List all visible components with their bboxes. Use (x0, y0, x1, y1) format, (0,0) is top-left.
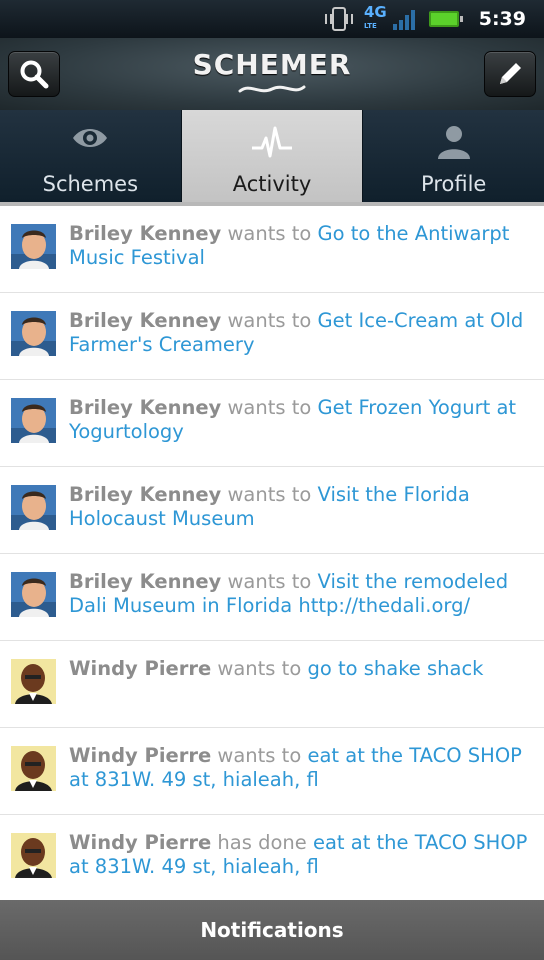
activity-verb: wants to (227, 396, 312, 419)
activity-item[interactable]: Briley Kenney wants to Visit the remodel… (0, 554, 544, 641)
activity-text: Windy Pierre wants to go to shake shack (69, 657, 530, 681)
tab-bar: Schemes Activity Profile (0, 110, 544, 202)
activity-verb: wants to (217, 657, 302, 680)
user-name[interactable]: Briley Kenney (69, 222, 221, 245)
avatar[interactable] (11, 224, 56, 269)
activity-text: Briley Kenney wants to Go to the Antiwar… (69, 222, 530, 270)
compose-button[interactable] (484, 51, 536, 97)
avatar[interactable] (11, 659, 56, 704)
vibrate-icon (324, 7, 353, 31)
network-4g-lte-icon: 4G LTE (364, 5, 387, 33)
avatar[interactable] (11, 746, 56, 791)
activity-verb: wants to (227, 309, 312, 332)
activity-list: Briley Kenney wants to Go to the Antiwar… (0, 206, 544, 900)
user-name[interactable]: Briley Kenney (69, 570, 221, 593)
activity-text: Briley Kenney wants to Visit the Florida… (69, 483, 530, 531)
pulse-icon (252, 126, 292, 158)
avatar[interactable] (11, 485, 56, 530)
pencil-icon (500, 63, 521, 84)
activity-verb: wants to (217, 744, 302, 767)
avatar[interactable] (11, 311, 56, 356)
app-header: SCHEMER (0, 38, 544, 110)
activity-text: Windy Pierre has done eat at the TACO SH… (69, 831, 530, 879)
activity-text: Windy Pierre wants to eat at the TACO SH… (69, 744, 530, 792)
activity-text: Briley Kenney wants to Get Ice-Cream at … (69, 309, 530, 357)
tab-activity[interactable]: Activity (181, 110, 364, 202)
app-title: SCHEMER (192, 48, 352, 81)
activity-verb: has done (217, 831, 307, 854)
tab-profile[interactable]: Profile (363, 110, 544, 202)
activity-text: Briley Kenney wants to Get Frozen Yogurt… (69, 396, 530, 444)
user-name[interactable]: Briley Kenney (69, 483, 221, 506)
notifications-label: Notifications (200, 918, 344, 942)
activity-item[interactable]: Windy Pierre wants to eat at the TACO SH… (0, 728, 544, 815)
activity-item[interactable]: Briley Kenney wants to Get Frozen Yogurt… (0, 380, 544, 467)
user-name[interactable]: Briley Kenney (69, 309, 221, 332)
network-sub-label: LTE (363, 22, 377, 30)
logo-swirl-icon (238, 85, 306, 93)
activity-item[interactable]: Windy Pierre has done eat at the TACO SH… (0, 815, 544, 900)
status-time: 5:39 (478, 8, 526, 30)
user-name[interactable]: Windy Pierre (69, 744, 211, 767)
signal-icon (392, 8, 417, 30)
activity-item[interactable]: Windy Pierre wants to go to shake shack (0, 641, 544, 728)
activity-verb: wants to (227, 570, 312, 593)
activity-verb: wants to (227, 483, 312, 506)
activity-item[interactable]: Briley Kenney wants to Get Ice-Cream at … (0, 293, 544, 380)
activity-text: Briley Kenney wants to Visit the remodel… (69, 570, 530, 618)
user-name[interactable]: Windy Pierre (69, 657, 211, 680)
app-logo: SCHEMER (0, 48, 544, 100)
status-bar: 4G LTE 5:39 (0, 0, 544, 38)
activity-item[interactable]: Briley Kenney wants to Visit the Florida… (0, 467, 544, 554)
activity-verb: wants to (227, 222, 312, 245)
avatar[interactable] (11, 398, 56, 443)
user-name[interactable]: Briley Kenney (69, 396, 221, 419)
avatar[interactable] (11, 833, 56, 878)
battery-icon (428, 11, 463, 27)
tab-activity-label: Activity (232, 172, 312, 196)
notifications-bar[interactable]: Notifications (0, 900, 544, 960)
tab-schemes-label: Schemes (42, 172, 139, 196)
person-icon (437, 126, 470, 159)
activity-item[interactable]: Briley Kenney wants to Go to the Antiwar… (0, 206, 544, 293)
scheme-link[interactable]: go to shake shack (307, 657, 483, 680)
eye-icon (73, 129, 108, 147)
user-name[interactable]: Windy Pierre (69, 831, 211, 854)
avatar[interactable] (11, 572, 56, 617)
tab-schemes[interactable]: Schemes (0, 110, 182, 202)
tab-profile-label: Profile (421, 172, 487, 196)
